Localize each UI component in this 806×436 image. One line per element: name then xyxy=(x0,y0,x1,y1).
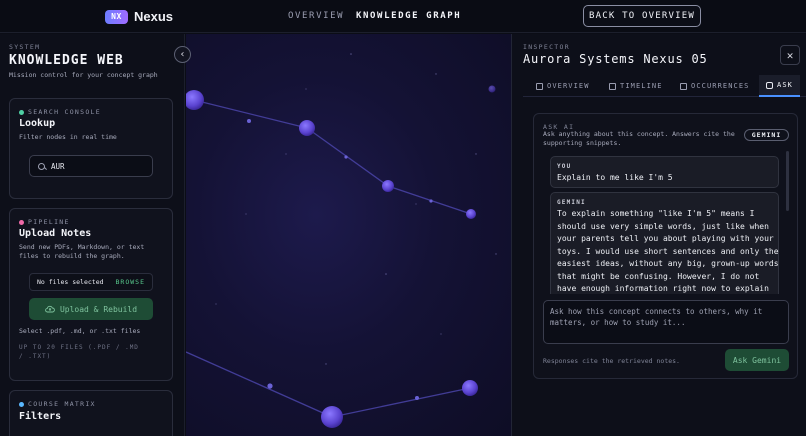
graph-node xyxy=(488,85,496,93)
status-dot xyxy=(19,401,24,407)
tab-timeline[interactable]: TIMELINE xyxy=(609,75,663,97)
sidebar: SYSTEM KNOWLEDGE WEB Mission control for… xyxy=(0,34,185,436)
document-icon xyxy=(680,82,687,90)
tab-overview-label: OVERVIEW xyxy=(547,82,590,90)
status-dot xyxy=(19,109,24,115)
inspector-tabs: OVERVIEW TIMELINE OCCURRENCES ASK xyxy=(523,75,806,97)
nav-knowledge-graph[interactable]: KNOWLEDGE GRAPH xyxy=(356,11,461,21)
ask-ai-description: Ask anything about this concept. Answers… xyxy=(543,130,735,147)
file-limit: UP TO 20 FILES (.PDF / .MD / .TXT) xyxy=(19,344,139,360)
upload-rebuild-button[interactable]: Upload & Rebuild xyxy=(29,298,153,320)
message-text: To explain something "like I'm 5" means … xyxy=(557,209,779,293)
filters-eyebrow: COURSE MATRIX xyxy=(19,400,96,408)
search-icon xyxy=(38,162,45,170)
status-dot xyxy=(19,219,24,225)
file-status: No files selected xyxy=(37,278,104,286)
sidebar-eyebrow: SYSTEM xyxy=(9,43,41,51)
tab-occurrences-label: OCCURRENCES xyxy=(691,82,750,90)
gemini-badge: GEMINI xyxy=(744,129,789,141)
logo[interactable]: NX Nexus xyxy=(105,9,173,24)
inspector-title: Aurora Systems Nexus 05 xyxy=(523,52,708,66)
sidebar-subtitle: Mission control for your concept graph xyxy=(9,71,158,79)
book-icon xyxy=(536,82,543,90)
upload-rebuild-label: Upload & Rebuild xyxy=(59,304,138,314)
course-matrix-label: COURSE MATRIX xyxy=(28,400,96,408)
tab-ask-label: ASK xyxy=(777,81,793,89)
close-icon[interactable]: ✕ xyxy=(780,45,800,65)
graph-node xyxy=(186,90,204,110)
lookup-title: Lookup xyxy=(19,118,56,129)
chat-icon xyxy=(766,81,773,89)
search-console-eyebrow: SEARCH CONSOLE xyxy=(19,108,101,116)
graph-canvas[interactable] xyxy=(186,34,511,436)
search-input[interactable] xyxy=(51,161,141,171)
logo-badge: NX xyxy=(105,9,128,24)
user-message: YOU Explain to me like I'm 5 xyxy=(550,156,779,188)
inspector-eyebrow: INSPECTOR xyxy=(523,43,570,51)
ask-footnote: Responses cite the retrieved notes. xyxy=(543,357,680,365)
tab-timeline-label: TIMELINE xyxy=(620,82,663,90)
message-author: GEMINI xyxy=(557,199,586,206)
nav-overview[interactable]: OVERVIEW xyxy=(288,11,344,21)
edge-dots xyxy=(247,119,433,400)
browse-button[interactable]: BROWSE xyxy=(116,278,145,286)
graph-nodes xyxy=(186,85,496,428)
file-picker[interactable]: No files selected BROWSE xyxy=(29,273,153,291)
sidebar-title: KNOWLEDGE WEB xyxy=(9,53,124,68)
pipeline-eyebrow: PIPELINE xyxy=(19,218,70,226)
calendar-icon xyxy=(609,82,616,90)
upload-notes-text: Send new PDFs, Markdown, or text files t… xyxy=(19,243,145,260)
tab-overview[interactable]: OVERVIEW xyxy=(536,75,590,97)
file-hint: Select .pdf, .md, or .txt files xyxy=(19,327,141,335)
graph-edges xyxy=(186,99,472,418)
graph-node xyxy=(299,120,315,136)
chat-history[interactable]: YOU Explain to me like I'm 5 GEMINI To e… xyxy=(543,151,792,294)
search-input-wrapper[interactable] xyxy=(29,155,153,177)
cloud-upload-icon xyxy=(45,305,55,313)
upload-notes-title: Upload Notes xyxy=(19,228,92,239)
graph-node xyxy=(466,209,476,219)
back-to-overview-button[interactable]: BACK TO OVERVIEW xyxy=(583,5,701,27)
tab-ask[interactable]: ASK xyxy=(759,75,800,97)
graph-node xyxy=(321,406,343,428)
filters-title: Filters xyxy=(19,411,62,422)
logo-text: Nexus xyxy=(134,9,174,24)
chevron-left-icon[interactable]: ‹ xyxy=(174,46,191,63)
ai-message: GEMINI To explain something "like I'm 5"… xyxy=(550,192,779,294)
graph-svg[interactable] xyxy=(186,34,511,436)
chat-scrollbar[interactable] xyxy=(786,151,789,211)
top-bar: NX Nexus OVERVIEW KNOWLEDGE GRAPH BACK T… xyxy=(0,0,806,33)
ask-gemini-button[interactable]: Ask Gemini xyxy=(725,349,789,371)
tab-occurrences[interactable]: OCCURRENCES xyxy=(680,75,749,97)
message-text: Explain to me like I'm 5 xyxy=(557,173,673,182)
inspector-panel: INSPECTOR Aurora Systems Nexus 05 ✕ OVER… xyxy=(511,34,806,436)
search-console-label: SEARCH CONSOLE xyxy=(28,108,101,116)
graph-node xyxy=(462,380,478,396)
message-author: YOU xyxy=(557,163,572,170)
graph-node xyxy=(382,180,394,192)
lookup-text: Filter nodes in real time xyxy=(19,133,117,141)
pipeline-label: PIPELINE xyxy=(28,218,70,226)
ask-input[interactable] xyxy=(543,300,789,344)
